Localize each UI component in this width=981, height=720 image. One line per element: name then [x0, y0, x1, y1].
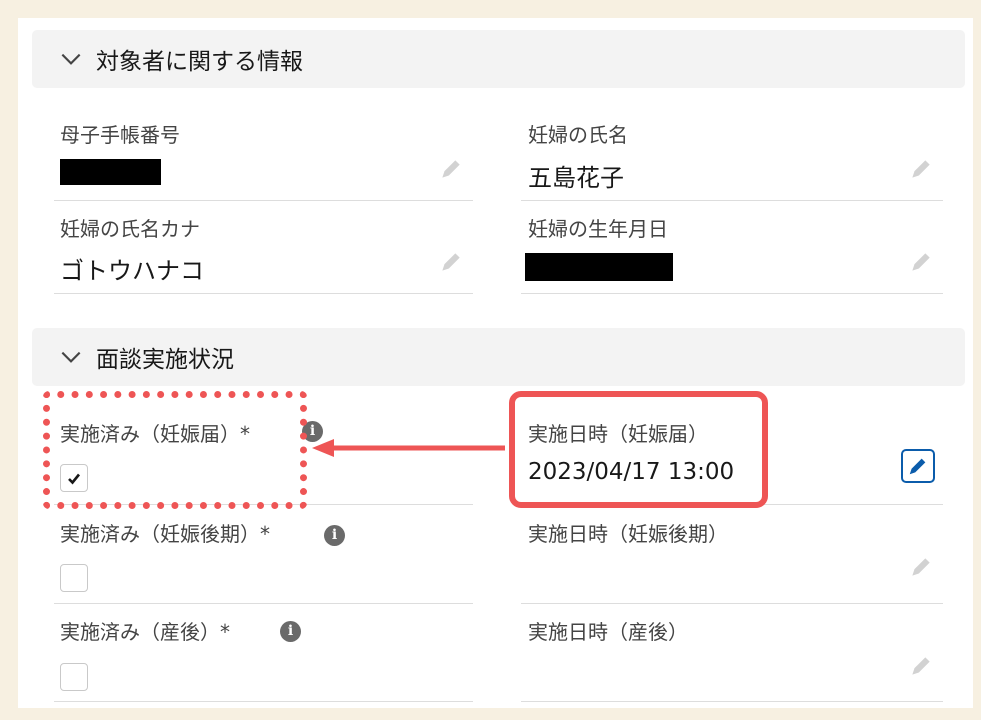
- section-header-interview-status[interactable]: 面談実施状況: [32, 328, 965, 386]
- field-label-mother-name-kana: 妊婦の氏名カナ: [60, 217, 200, 241]
- info-icon[interactable]: i: [280, 621, 301, 642]
- field-value-mother-name-kana: ゴトウハナコ: [60, 257, 204, 285]
- field-label-done-postpartum: 実施済み（産後）*: [60, 620, 230, 644]
- edit-button[interactable]: [901, 449, 935, 483]
- field-divider: [521, 603, 943, 604]
- field-label-mch-handbook-number: 母子手帳番号: [60, 123, 180, 147]
- field-divider: [521, 701, 943, 702]
- redacted-mch-handbook-number: [60, 159, 161, 185]
- field-divider: [521, 200, 943, 201]
- field-value-mother-name: 五島花子: [528, 164, 624, 192]
- field-divider: [54, 603, 473, 604]
- pencil-icon[interactable]: [908, 249, 934, 275]
- field-label-date-late-pregnancy: 実施日時（妊娠後期）: [528, 522, 728, 546]
- annotation-dotted-highlight: [43, 391, 307, 509]
- record-detail-panel: 対象者に関する情報 母子手帳番号 妊婦の氏名 五島花子 妊婦の氏名カナ ゴトウハ…: [18, 18, 973, 708]
- info-icon[interactable]: i: [324, 525, 345, 546]
- field-label-mother-birthdate: 妊婦の生年月日: [528, 217, 668, 241]
- section-title: 対象者に関する情報: [96, 49, 303, 75]
- chevron-down-icon[interactable]: [58, 46, 84, 72]
- pencil-icon[interactable]: [908, 156, 934, 182]
- field-label-done-late-pregnancy: 実施済み（妊娠後期）*: [60, 522, 270, 546]
- section-header-subject-info[interactable]: 対象者に関する情報: [32, 30, 965, 88]
- annotation-arrow: [312, 439, 505, 457]
- field-divider: [54, 200, 473, 201]
- section-title: 面談実施状況: [96, 347, 234, 373]
- pencil-icon[interactable]: [908, 653, 934, 679]
- field-label-date-postpartum: 実施日時（産後）: [528, 620, 688, 644]
- field-divider: [521, 293, 943, 294]
- checkbox-done-late-pregnancy[interactable]: [60, 564, 88, 592]
- edit-button-icon: [909, 458, 926, 475]
- field-divider: [54, 293, 473, 294]
- field-divider: [54, 701, 473, 702]
- annotation-solid-highlight: [509, 391, 768, 508]
- pencil-icon[interactable]: [438, 249, 464, 275]
- chevron-down-icon[interactable]: [58, 344, 84, 370]
- field-label-mother-name: 妊婦の氏名: [528, 123, 628, 147]
- redacted-mother-birthdate: [525, 253, 673, 281]
- pencil-icon[interactable]: [908, 554, 934, 580]
- checkbox-done-postpartum[interactable]: [60, 663, 88, 691]
- pencil-icon[interactable]: [438, 156, 464, 182]
